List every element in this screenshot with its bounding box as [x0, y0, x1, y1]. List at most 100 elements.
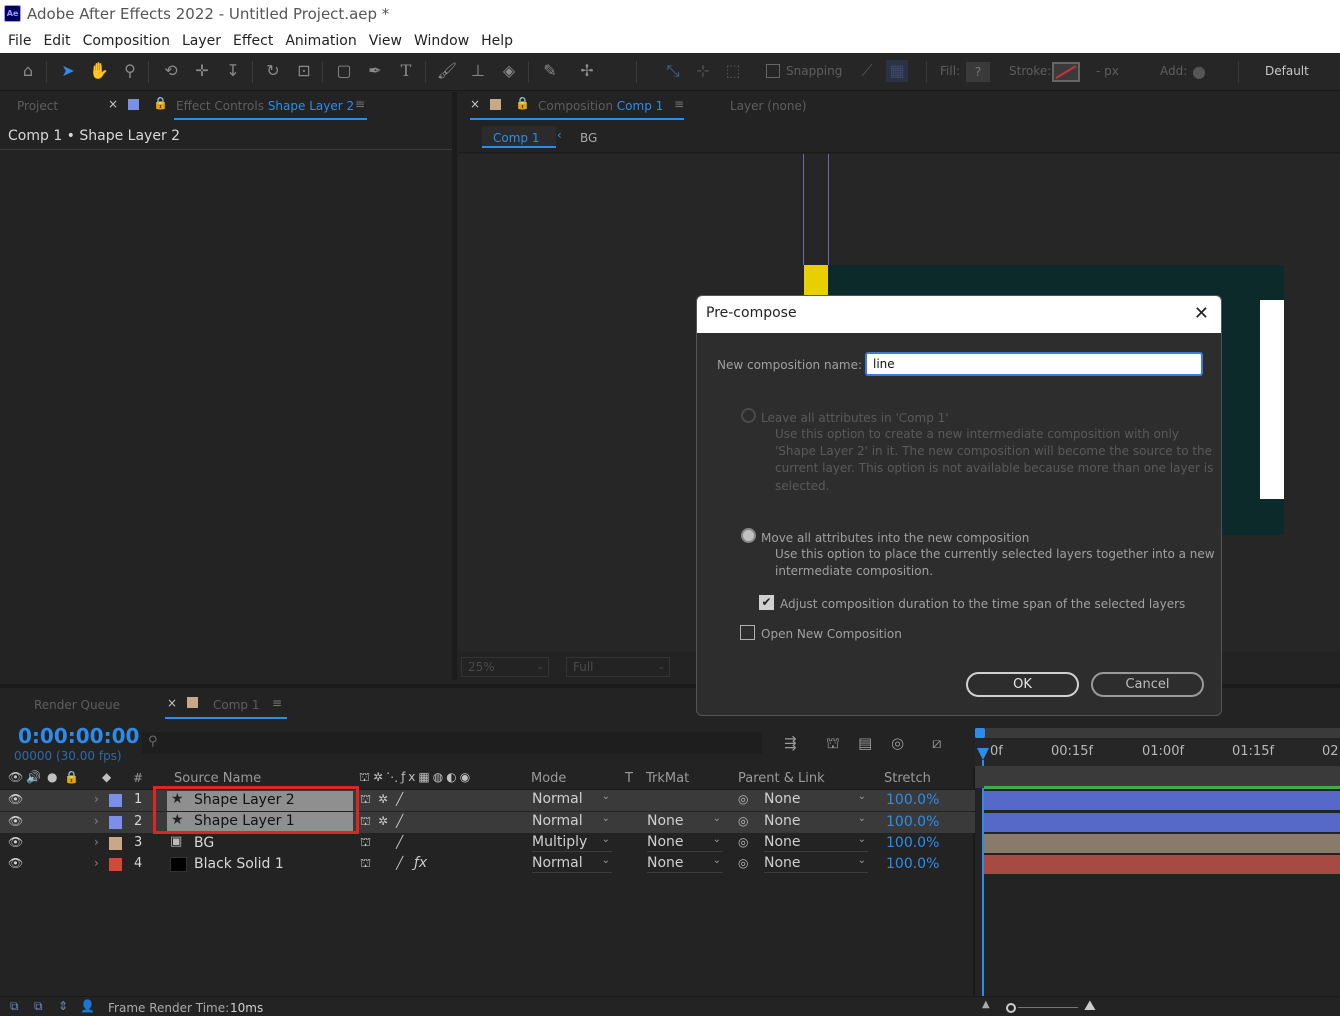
eraser-tool-icon[interactable]: ◈ — [498, 60, 520, 82]
panel-menu-icon[interactable]: ≡ — [355, 97, 365, 111]
layer-duration-bar[interactable] — [984, 834, 1340, 853]
pan-camera-icon[interactable]: ✛ — [191, 60, 213, 82]
menu-window[interactable]: Window — [408, 33, 475, 49]
new-comp-name-input[interactable] — [865, 352, 1203, 376]
workspace-default[interactable]: Default — [1265, 64, 1309, 78]
stroke-swatch[interactable] — [1052, 62, 1080, 82]
move-attributes-radio[interactable] — [741, 528, 756, 543]
transfer-controls-toggle-icon[interactable]: ⧉ — [34, 999, 43, 1014]
shy-switch-icon[interactable]: ⛫ — [360, 835, 371, 851]
stroke-width-value[interactable]: - px — [1096, 64, 1119, 78]
stretch-value[interactable]: 100.0% — [886, 835, 939, 851]
snap-edges-icon[interactable]: ⟋ — [856, 60, 878, 82]
pickwhip-icon[interactable]: ◎ — [738, 814, 748, 828]
lock-icon[interactable]: 🔒 — [515, 96, 530, 110]
menu-layer[interactable]: Layer — [176, 33, 227, 49]
hand-tool-icon[interactable]: ✋ — [88, 60, 110, 82]
mode-dropdown[interactable]: Normal ⌄ — [532, 791, 612, 809]
table-row[interactable]: 👁 › 3 ▣ BG ⛫ ╱ Multiply ⌄ None ⌄ ◎ None ⌄ 1… — [0, 833, 975, 854]
parent-dropdown[interactable]: None ⌄ — [764, 855, 868, 873]
eye-icon[interactable]: 👁 — [8, 792, 23, 806]
menu-edit[interactable]: Edit — [37, 33, 76, 49]
tab-project[interactable]: Project — [17, 99, 58, 113]
cancel-button[interactable]: Cancel — [1091, 672, 1204, 697]
layer-name[interactable]: Black Solid 1 — [194, 856, 284, 872]
trkmat-dropdown[interactable]: None ⌄ — [647, 855, 723, 873]
current-timecode[interactable]: 0:00:00:00 — [18, 724, 139, 748]
layer-duration-bar[interactable] — [984, 791, 1340, 810]
fill-swatch[interactable]: ? — [966, 62, 990, 82]
layer-label-color[interactable] — [109, 816, 122, 829]
pan-behind-icon[interactable]: ⊡ — [293, 60, 315, 82]
menu-composition[interactable]: Composition — [77, 33, 176, 49]
layer-switches-toggle-icon[interactable]: ⧉ — [10, 999, 19, 1014]
lock-switch-icon[interactable]: 🔒 — [64, 770, 79, 784]
roto-brush-icon[interactable]: ✎ — [539, 60, 561, 82]
rotation-tool-icon[interactable]: ↻ — [262, 60, 284, 82]
graph-editor-icon[interactable]: ⧄ — [932, 734, 942, 752]
layer-duration-bar[interactable] — [984, 855, 1340, 874]
shy-switch-icon[interactable]: ⛫ — [360, 856, 371, 872]
layer-label-color[interactable] — [109, 858, 122, 871]
panel-menu-icon[interactable]: ≡ — [272, 696, 282, 710]
tab-comp-1[interactable]: Comp 1 — [213, 698, 259, 712]
zoom-slider-thumb[interactable] — [1006, 1003, 1016, 1013]
trkmat-dropdown[interactable]: None ⌄ — [647, 813, 723, 831]
panel-menu-icon[interactable]: ≡ — [674, 97, 684, 111]
layer-name[interactable]: BG — [194, 835, 214, 851]
dolly-camera-icon[interactable]: ↧ — [222, 60, 244, 82]
motion-blur-icon[interactable]: ◎ — [891, 734, 904, 752]
tab-layer[interactable]: Layer (none) — [730, 99, 807, 113]
eye-icon[interactable]: 👁 — [8, 835, 23, 849]
chevron-right-icon[interactable]: › — [94, 835, 99, 849]
mode-dropdown[interactable]: Normal ⌄ — [532, 855, 612, 873]
fx-switch-icon[interactable]: ƒx — [414, 855, 427, 871]
pickwhip-icon[interactable]: ◎ — [738, 856, 748, 870]
zoom-tool-icon[interactable]: ⚲ — [119, 60, 141, 82]
menu-view[interactable]: View — [363, 33, 408, 49]
parent-dropdown[interactable]: None ⌄ — [764, 834, 868, 852]
eye-icon[interactable]: 👁 — [8, 856, 23, 870]
clone-stamp-icon[interactable]: ⊥ — [467, 60, 489, 82]
eye-icon[interactable]: 👁 — [8, 814, 23, 828]
rectangle-tool-icon[interactable]: ▢ — [333, 60, 355, 82]
menu-effect[interactable]: Effect — [227, 33, 279, 49]
brush-tool-icon[interactable]: 🖌 — [436, 60, 458, 82]
layer-label-color[interactable] — [109, 794, 122, 807]
chevron-left-icon[interactable]: ‹ — [557, 128, 562, 142]
pickwhip-icon[interactable]: ◎ — [738, 835, 748, 849]
collapse-switch-icon[interactable]: ✲ — [378, 814, 388, 828]
chevron-right-icon[interactable]: › — [94, 792, 99, 806]
zoom-slider-track[interactable] — [1018, 1007, 1078, 1008]
zoom-out-icon[interactable]: ▲ — [982, 999, 990, 1010]
close-icon[interactable]: × — [470, 97, 480, 111]
parent-dropdown[interactable]: None ⌄ — [764, 813, 868, 831]
in-out-toggle-icon[interactable]: ⇕ — [58, 999, 68, 1013]
view-axis-icon[interactable]: ⬚ — [722, 60, 744, 82]
table-row[interactable]: 👁 › 1 ★ Shape Layer 2 ⛫ ✲ ╱ Normal ⌄ ◎ No… — [0, 790, 975, 811]
column-parent[interactable]: Parent & Link — [738, 771, 825, 786]
layer-duration-bar[interactable] — [984, 813, 1340, 832]
snap-features-icon[interactable]: ▦ — [886, 60, 908, 82]
open-new-comp-checkbox[interactable] — [740, 625, 755, 640]
tab-composition[interactable]: Composition Comp 1 — [538, 99, 663, 113]
tab-render-queue[interactable]: Render Queue — [34, 698, 120, 712]
stretch-value[interactable]: 100.0% — [886, 856, 939, 872]
comp-mini-flowchart-icon[interactable]: ⇶ — [784, 734, 797, 752]
pickwhip-icon[interactable]: ◎ — [738, 792, 748, 806]
comp-crumb-bg[interactable]: BG — [580, 131, 597, 145]
pen-tool-icon[interactable]: ✒ — [364, 60, 386, 82]
menu-file[interactable]: File — [2, 33, 37, 49]
adjust-duration-checkbox[interactable]: ✔ — [759, 595, 774, 610]
stretch-value[interactable]: 100.0% — [886, 814, 939, 830]
trkmat-dropdown[interactable]: None ⌄ — [647, 834, 723, 852]
add-circle-icon[interactable]: ● — [1188, 61, 1210, 83]
label-tag-icon[interactable]: ◆ — [102, 770, 111, 784]
stretch-value[interactable]: 100.0% — [886, 792, 939, 808]
world-axis-icon[interactable]: ⊹ — [692, 60, 714, 82]
layer-search-input[interactable]: ⚲ — [142, 732, 762, 754]
column-stretch[interactable]: Stretch — [884, 771, 931, 786]
menu-help[interactable]: Help — [475, 33, 519, 49]
layer-label-color[interactable] — [109, 837, 122, 850]
parent-dropdown[interactable]: None ⌄ — [764, 791, 868, 809]
